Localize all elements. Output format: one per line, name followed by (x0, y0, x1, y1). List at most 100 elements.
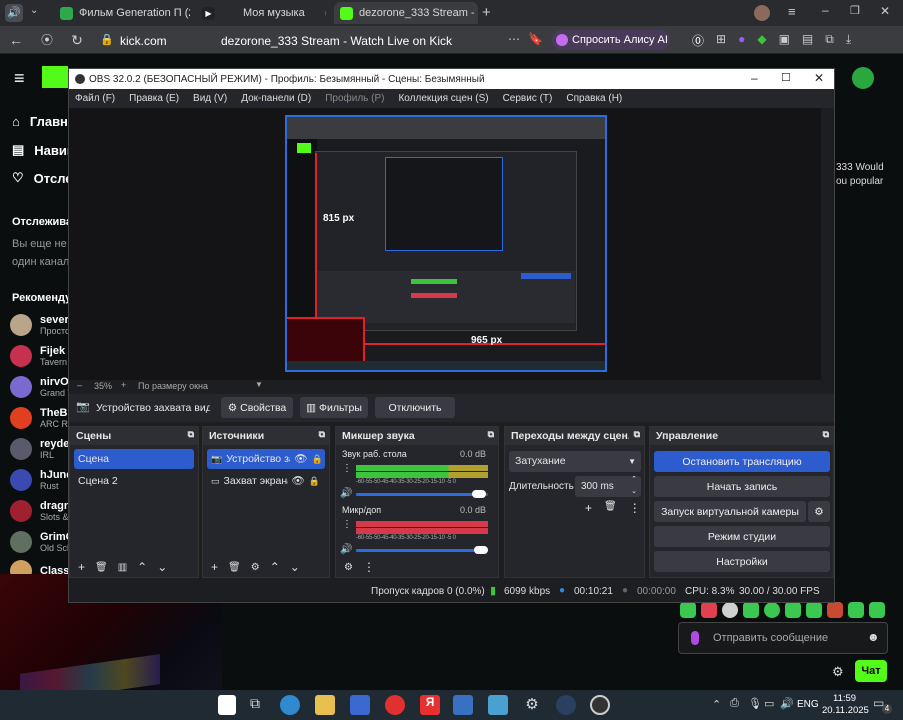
emote-icon[interactable] (743, 602, 759, 618)
disable-button[interactable]: Отключить (375, 397, 455, 418)
spin-icon[interactable]: ⌃ ⌄ (631, 474, 637, 498)
undock-icon[interactable]: ⧉ (188, 429, 194, 440)
more-icon[interactable]: ⋮ (629, 501, 641, 515)
emote-icon[interactable] (869, 602, 885, 618)
extension-icon[interactable]: ⓪ (692, 32, 704, 49)
close-icon[interactable]: ✕ (880, 4, 890, 18)
undock-icon[interactable]: ⧉ (634, 429, 640, 440)
mute-icon[interactable]: 🔇 (325, 7, 326, 20)
up-icon[interactable]: ⌃ (270, 560, 280, 574)
edge-icon[interactable] (280, 695, 300, 715)
yandex-icon[interactable]: Я (420, 695, 440, 715)
eye-icon[interactable]: 👁 (294, 449, 307, 469)
tab-film[interactable]: Фильм Generation П (201 (54, 2, 190, 24)
speaker-icon[interactable]: 🔊 (340, 488, 352, 499)
menu-view[interactable]: Вид (V) (193, 93, 227, 104)
mic-icon[interactable]: 🎙 (748, 697, 762, 710)
task-view-icon[interactable]: ⧉ (245, 695, 265, 715)
hamburger-icon[interactable]: ≡ (14, 68, 25, 89)
menu-scene-collection[interactable]: Коллекция сцен (S) (398, 93, 488, 104)
yandex-browser-icon[interactable] (385, 695, 405, 715)
extension-icon[interactable]: ⊞ (716, 32, 726, 49)
app-icon[interactable] (488, 695, 508, 715)
menu-file[interactable]: Файл (F) (75, 93, 115, 104)
channel-item[interactable]: reyder IRL (10, 438, 74, 460)
scene-item[interactable]: Сцена (74, 449, 194, 469)
scene-item[interactable]: Сцена 2 (74, 471, 194, 491)
extension-icon[interactable]: ● (738, 32, 745, 49)
gear-icon[interactable]: ⚙ (251, 562, 260, 573)
emote-icon[interactable] (806, 602, 822, 618)
profile-avatar[interactable] (754, 5, 770, 21)
speaker-icon[interactable]: 🔊 (340, 544, 352, 555)
down-icon[interactable]: ⌄ (290, 560, 300, 574)
lock-icon[interactable]: 🔒 (312, 449, 323, 469)
channel-item[interactable]: Fijek Tavern (10, 345, 67, 367)
extension-icon[interactable]: ◆ (757, 32, 766, 49)
add-icon[interactable]: + (211, 560, 218, 574)
clock-time[interactable]: 11:59 (833, 693, 856, 704)
menu-tools[interactable]: Сервис (T) (503, 93, 553, 104)
close-icon[interactable]: ✕ (814, 71, 824, 85)
emote-icon[interactable] (764, 602, 780, 618)
channel-item[interactable]: nirvOz Grand T (10, 376, 74, 398)
more-icon[interactable]: ⋮ (342, 463, 352, 474)
settings-button[interactable]: Настройки (654, 551, 830, 572)
zoom-in-button[interactable]: + (121, 380, 126, 390)
trash-icon[interactable]: 🗑 (604, 501, 617, 515)
up-icon[interactable]: ⌃ (137, 560, 147, 574)
chat-user-avatar[interactable] (852, 67, 874, 89)
maximize-icon[interactable]: ☐ (781, 71, 791, 84)
emote-icon[interactable] (722, 602, 738, 618)
url-text[interactable]: kick.com (120, 34, 167, 48)
chat-send-button[interactable]: Чат (855, 660, 887, 682)
tab-kick[interactable]: dezorone_333 Stream - ✕ (334, 2, 478, 24)
undock-icon[interactable]: ⧉ (823, 429, 829, 440)
folder-icon[interactable] (315, 695, 335, 715)
windows-start-icon[interactable] (218, 695, 236, 715)
duration-input[interactable]: 300 ms ⌃ ⌄ (575, 476, 641, 497)
shield-icon[interactable]: ⦿ (38, 31, 56, 49)
channel-item[interactable]: severs Просто (10, 314, 75, 336)
extension-icon[interactable]: ⧉ (825, 32, 834, 49)
sound-icon[interactable]: 🔊 (5, 4, 23, 22)
channel-item[interactable]: hJune Rust (10, 469, 72, 491)
clock-date[interactable]: 20.11.2025 (822, 705, 869, 716)
properties-button[interactable]: ⚙ Свойства (221, 397, 293, 418)
emoji-icon[interactable]: ☻ (867, 630, 880, 644)
trash-icon[interactable]: 🗑 (95, 562, 108, 573)
volume-slider[interactable] (356, 546, 488, 554)
volume-slider[interactable] (356, 490, 488, 498)
mic-icon[interactable] (691, 631, 699, 645)
more-icon[interactable]: ⋮ (342, 519, 352, 530)
nav-browse[interactable]: ▤ Навиг (12, 142, 72, 158)
minimize-icon[interactable]: – (751, 71, 758, 85)
emote-icon[interactable] (680, 602, 696, 618)
undock-icon[interactable]: ⧉ (319, 429, 325, 440)
bookmark-icon[interactable]: 🔖 (528, 32, 543, 46)
extension-icon[interactable]: ▣ (779, 32, 790, 49)
more-icon[interactable]: ⋯ (508, 32, 520, 46)
trash-icon[interactable]: 🗑 (228, 562, 241, 573)
menu-icon[interactable]: ≡ (788, 4, 796, 19)
channel-item[interactable]: dragn Slots & (10, 500, 71, 522)
eye-icon[interactable]: 👁 (292, 471, 305, 491)
chat-input[interactable]: Отправить сообщение ☻ (678, 622, 888, 654)
virtual-cam-settings-button[interactable]: ⚙ (808, 501, 830, 522)
download-icon[interactable]: ⤓ (846, 32, 851, 49)
virtual-cam-button[interactable]: Запуск виртуальной камеры (654, 501, 806, 522)
zoom-mode[interactable]: По размеру окна (138, 381, 208, 391)
chevron-down-icon[interactable]: ⌄ (30, 5, 38, 16)
menu-help[interactable]: Справка (H) (566, 93, 622, 104)
channel-item[interactable]: TheBu ARC Ra (10, 407, 74, 429)
menu-docks[interactable]: Док-панели (D) (241, 93, 311, 104)
back-icon[interactable]: ← (7, 31, 25, 49)
network-icon[interactable]: ▭ (764, 697, 774, 710)
chevron-down-icon[interactable]: ▼ (255, 380, 263, 389)
tray-chevron-icon[interactable]: ⌃ (712, 698, 721, 711)
zoom-out-button[interactable]: – (77, 380, 82, 390)
emote-icon[interactable] (701, 602, 717, 618)
menu-profile[interactable]: Профиль (P) (325, 93, 384, 104)
store-icon[interactable] (350, 695, 370, 715)
emote-icon[interactable] (785, 602, 801, 618)
